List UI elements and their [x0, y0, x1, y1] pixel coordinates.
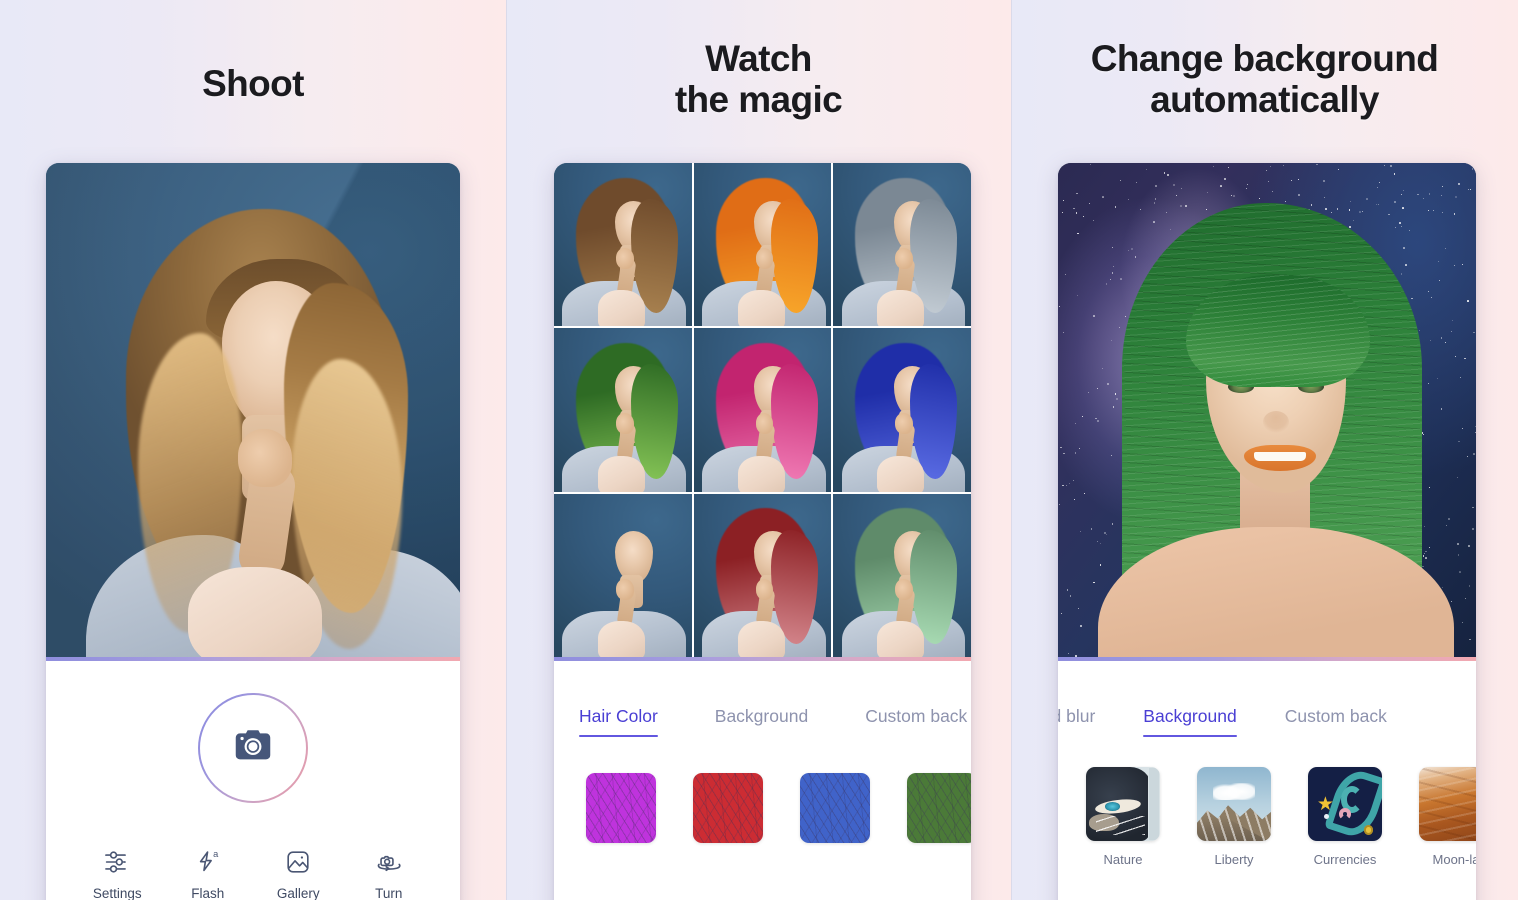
tab-bar-background: kground blur Background Custom back — [1058, 697, 1476, 737]
camera-toolbar: Settings a Flash Gallery Turn — [46, 847, 460, 900]
nose — [1263, 411, 1289, 433]
green-hair-bangs — [1186, 275, 1370, 387]
gallery-button[interactable]: Gallery — [259, 847, 337, 900]
teeth — [1254, 452, 1306, 461]
page-title-shoot: Shoot — [202, 63, 304, 104]
hair-color-preview-tile[interactable] — [833, 493, 971, 657]
hair-color-controls: Hair Color Background Custom back — [554, 661, 971, 900]
page-title-line-1: Watch — [705, 38, 812, 79]
flash-label: Flash — [191, 886, 225, 900]
tile-hand — [895, 578, 914, 600]
page-title-change-background: Change background automatically — [1011, 0, 1518, 121]
hair-color-swatch-magenta[interactable] — [586, 773, 656, 843]
hand — [238, 429, 292, 487]
thumbnail-label: Currencies — [1313, 852, 1377, 867]
tile-sleeve — [598, 455, 645, 492]
hair-color-preview-tile[interactable] — [693, 328, 832, 492]
thumbnail-image — [1197, 767, 1271, 841]
background-thumbnail[interactable]: Moon-la — [1419, 767, 1476, 867]
gallery-label: Gallery — [276, 886, 320, 900]
portrait-photo — [46, 163, 460, 657]
svg-text:a: a — [213, 849, 219, 859]
thumbnail-image — [1308, 767, 1382, 841]
sweater-sleeve — [188, 567, 322, 657]
tab-background[interactable]: Background — [1143, 706, 1238, 737]
hair-color-preview-tile[interactable] — [554, 163, 692, 327]
hair-color-preview-grid — [554, 163, 971, 657]
tile-hand — [895, 413, 914, 435]
tile-sleeve — [737, 621, 785, 657]
thumbnail-label: Liberty — [1214, 852, 1254, 867]
tile-sleeve — [877, 455, 925, 492]
tile-sleeve — [877, 621, 925, 657]
shutter-button[interactable] — [198, 693, 308, 803]
page-title-line-2: automatically — [1150, 79, 1379, 121]
portrait-cutout — [1058, 163, 1476, 657]
tile-sleeve — [877, 290, 925, 327]
background-thumbnail-row: Nature Liberty Currencies Moon-la — [1058, 737, 1476, 867]
thumbnail-image — [1419, 767, 1476, 841]
flash-button[interactable]: a Flash — [169, 847, 247, 900]
thumbnail-label: Moon-la — [1432, 852, 1476, 867]
tile-hand — [615, 247, 634, 270]
flash-auto-icon: a — [193, 847, 223, 877]
tile-hand — [755, 578, 774, 600]
tile-hand — [615, 578, 634, 600]
color-swatch-row — [554, 737, 971, 843]
hair-color-swatch-red[interactable] — [693, 773, 763, 843]
panel-watch-the-magic: Watch the magic Hair Color Background Cust… — [506, 0, 1011, 900]
tile-hand — [615, 413, 634, 435]
settings-label: Settings — [92, 886, 142, 900]
camera-rotate-icon — [374, 847, 404, 877]
panel-shoot: Shoot Settings a Flash Gallery Turn — [0, 0, 506, 900]
turn-button[interactable]: Turn — [350, 847, 428, 900]
tab-hair-color[interactable]: Hair Color — [579, 706, 658, 737]
page-title-line-2: the magic — [674, 79, 843, 121]
settings-button[interactable]: Settings — [78, 847, 156, 900]
camera-controls: Settings a Flash Gallery Turn — [46, 661, 460, 900]
hair-color-swatch-green[interactable] — [907, 773, 971, 843]
hair-color-preview-tile[interactable] — [693, 493, 832, 657]
tile-sleeve — [737, 290, 785, 327]
tile-hand — [755, 247, 774, 270]
background-thumbnail[interactable]: Liberty — [1197, 767, 1271, 867]
image-icon — [283, 847, 313, 877]
panel-change-background: Change background automatically blur Bac… — [1011, 0, 1518, 900]
tile-hand — [755, 413, 774, 435]
tile-hand — [895, 247, 914, 270]
tab-bar-hair-color: Hair Color Background Custom back — [554, 697, 971, 737]
page-title-line-1: Change background — [1090, 38, 1439, 79]
thumbnail-image — [1086, 767, 1160, 841]
background-thumbnail[interactable]: Currencies — [1308, 767, 1382, 867]
hair-color-preview-tile[interactable] — [554, 328, 692, 492]
tab-custom-back[interactable]: Custom back — [1285, 706, 1387, 737]
hair-color-swatch-blue[interactable] — [800, 773, 870, 843]
tab-background[interactable]: Background — [715, 706, 808, 737]
tab-kground-blur[interactable]: kground blur — [1058, 706, 1095, 737]
phone-card-hair-color: Hair Color Background Custom back — [554, 163, 971, 900]
background-thumbnail[interactable]: Nature — [1086, 767, 1160, 867]
background-preview — [1058, 163, 1476, 657]
turn-label: Turn — [375, 886, 403, 900]
hair-color-preview-tile[interactable] — [833, 163, 971, 327]
sliders-icon — [102, 847, 132, 877]
screenshot-stage: Shoot Settings a Flash Gallery Turn Watc… — [0, 0, 1518, 900]
thumbnail-label: Nature — [1103, 852, 1143, 867]
hair-color-preview-tile[interactable] — [833, 328, 971, 492]
phone-card-background: kground blur Background Custom back Nature… — [1058, 163, 1476, 900]
tile-sleeve — [737, 455, 785, 492]
tile-sleeve — [598, 621, 645, 657]
phone-card-camera: Settings a Flash Gallery Turn — [46, 163, 460, 900]
hair-color-preview-tile[interactable] — [693, 163, 832, 327]
hair-color-preview-tile[interactable] — [554, 493, 692, 657]
camera-viewfinder — [46, 163, 460, 657]
tile-sleeve — [598, 290, 645, 327]
tab-custom-back[interactable]: Custom back — [865, 706, 967, 737]
background-controls: kground blur Background Custom back Nature… — [1058, 661, 1476, 900]
page-title-watch: Watch the magic — [506, 0, 1011, 121]
camera-icon — [230, 723, 276, 774]
